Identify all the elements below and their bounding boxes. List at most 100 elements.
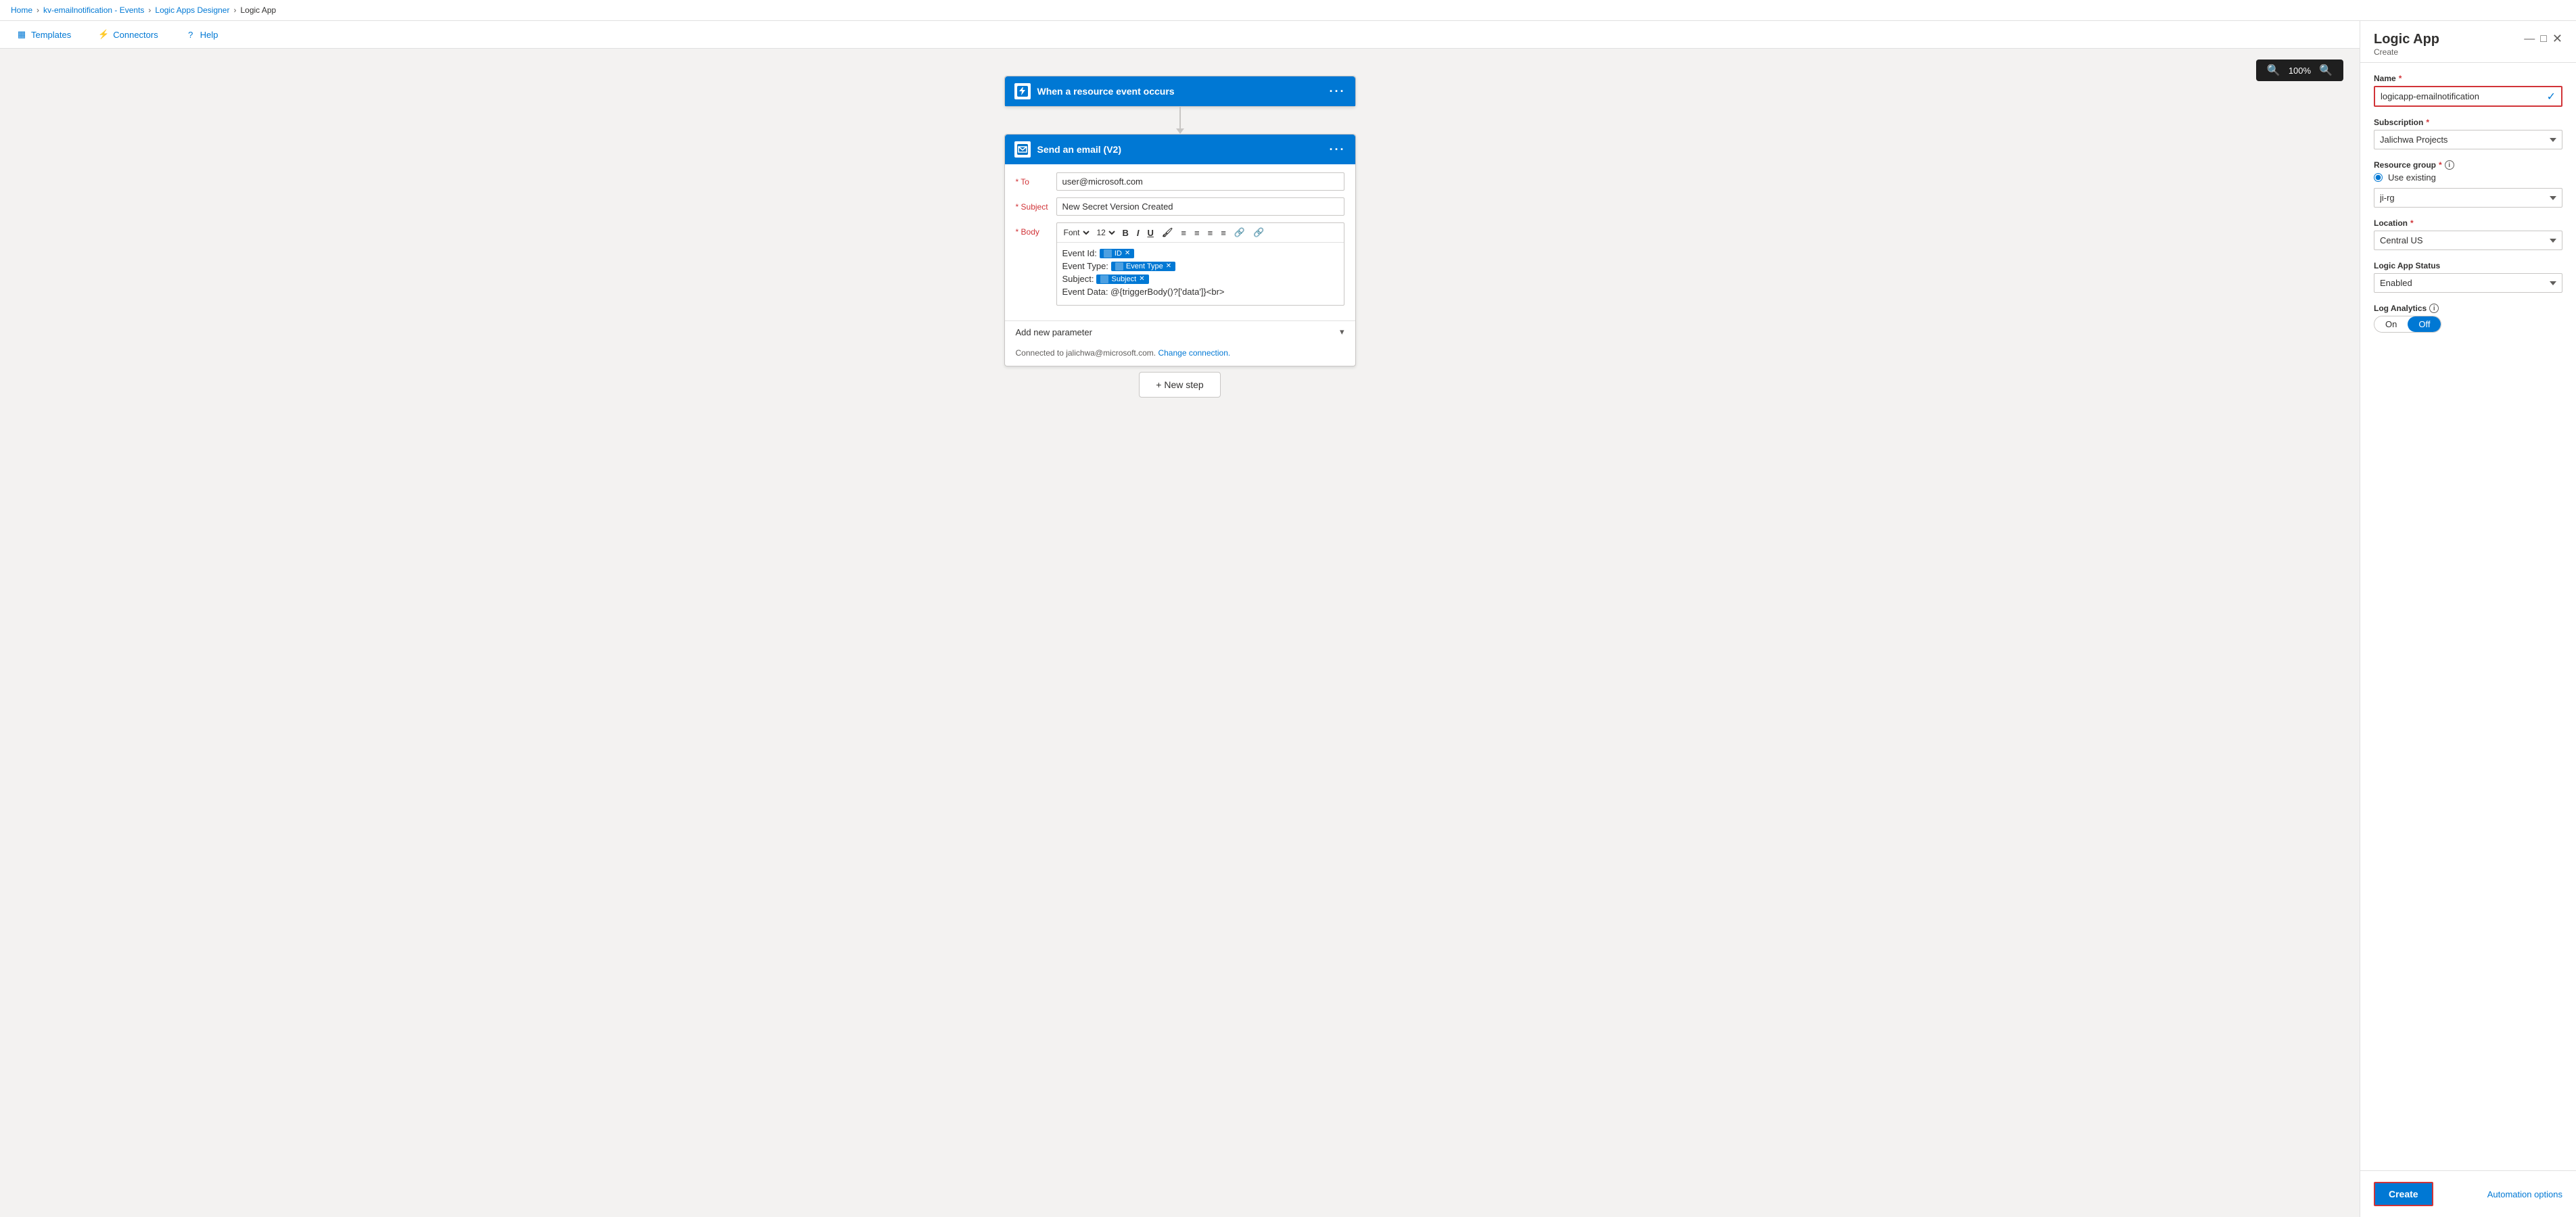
log-analytics-toggle: On Off (2374, 316, 2441, 333)
connected-text: Connected to jalichwa@microsoft.com. (1016, 348, 1156, 358)
templates-label: Templates (31, 30, 71, 40)
resource-group-form-group: Resource group * i Use existing ji-rg (2374, 160, 2562, 208)
new-step-button[interactable]: + New step (1139, 372, 1220, 398)
event-data-line: Event Data: @{triggerBody()?['data']}<br… (1062, 287, 1338, 297)
maximize-button[interactable]: □ (2540, 33, 2547, 45)
trigger-block: When a resource event occurs ··· (1004, 76, 1356, 107)
subject-field-row: Subject (1016, 197, 1344, 216)
connected-info: Connected to jalichwa@microsoft.com. Cha… (1005, 343, 1355, 366)
add-param-chevron: ▾ (1340, 327, 1344, 337)
log-on-option[interactable]: On (2374, 316, 2408, 332)
log-analytics-info-icon[interactable]: i (2429, 304, 2439, 313)
event-type-line: Event Type: Event Type ✕ (1062, 261, 1338, 271)
zoom-in-button[interactable]: 🔍 (2316, 64, 2335, 77)
subscription-label: Subscription * (2374, 118, 2562, 127)
use-existing-radio-input[interactable] (2374, 173, 2383, 182)
subject-label: Subject (1016, 197, 1056, 212)
event-type-close[interactable]: ✕ (1166, 262, 1171, 270)
font-size-select[interactable]: 12 (1094, 227, 1117, 238)
body-toolbar: Font 12 B I U 🖌 ≡ (1057, 223, 1344, 243)
link-button[interactable]: 🔗 (1232, 226, 1248, 239)
zoom-out-button[interactable]: 🔍 (2264, 64, 2283, 77)
create-button[interactable]: Create (2374, 1182, 2433, 1206)
flow-container: When a resource event occurs ··· (977, 76, 1383, 398)
bullet-list-button[interactable]: ≡ (1178, 226, 1189, 239)
subject-close[interactable]: ✕ (1139, 275, 1144, 283)
trigger-icon (1014, 83, 1031, 99)
trigger-menu-button[interactable]: ··· (1330, 85, 1346, 99)
event-id-line: Event Id: ID ✕ (1062, 248, 1338, 258)
designer-canvas: 🔍 100% 🔍 When a resource event occur (0, 49, 2360, 1217)
underline-button[interactable]: U (1145, 226, 1156, 239)
subject-line: Subject: Subject ✕ (1062, 274, 1338, 284)
subject-input[interactable] (1056, 197, 1344, 216)
brush-button[interactable]: 🖌 (1159, 226, 1176, 239)
location-form-group: Location * Central US (2374, 218, 2562, 250)
zoom-controls: 🔍 100% 🔍 (2256, 59, 2343, 81)
name-label: Name * (2374, 74, 2562, 83)
status-label: Logic App Status (2374, 261, 2562, 270)
align-center-button[interactable]: ≡ (1218, 226, 1229, 239)
right-panel: Logic App Create — □ ✕ Name * ✓ (2360, 21, 2576, 1217)
templates-icon: ▦ (16, 29, 27, 40)
email-header: Send an email (V2) ··· (1005, 135, 1355, 164)
panel-body: Name * ✓ Subscription * Jalichwa Project… (2360, 63, 2576, 1170)
email-action-title: Send an email (V2) (1037, 144, 1323, 155)
to-field-row: To (1016, 172, 1344, 191)
email-menu-button[interactable]: ··· (1330, 143, 1346, 157)
event-id-token[interactable]: ID ✕ (1100, 249, 1134, 258)
zoom-level: 100% (2289, 66, 2311, 76)
body-label: Body (1016, 222, 1056, 237)
token-icon (1104, 249, 1112, 258)
close-panel-button[interactable]: ✕ (2552, 32, 2562, 46)
location-select[interactable]: Central US (2374, 231, 2562, 250)
body-content[interactable]: Event Id: ID ✕ Event Type: (1057, 243, 1344, 305)
resource-group-select[interactable]: ji-rg (2374, 188, 2562, 208)
resource-group-info-icon[interactable]: i (2445, 160, 2454, 170)
use-existing-radio[interactable]: Use existing (2374, 172, 2562, 183)
subject-token[interactable]: Subject ✕ (1096, 275, 1148, 284)
breadcrumb-current: Logic App (240, 5, 276, 15)
trigger-header: When a resource event occurs ··· (1005, 76, 1355, 106)
to-label: To (1016, 172, 1056, 187)
name-form-group: Name * ✓ (2374, 74, 2562, 107)
numbered-list-button[interactable]: ≡ (1192, 226, 1202, 239)
unlink-button[interactable]: 🔗 (1250, 226, 1267, 239)
font-family-select[interactable]: Font (1061, 227, 1092, 238)
breadcrumb-designer[interactable]: Logic Apps Designer (155, 5, 229, 15)
event-type-token[interactable]: Event Type ✕ (1111, 262, 1175, 271)
add-parameter-row[interactable]: Add new parameter ▾ (1005, 320, 1355, 343)
location-label: Location * (2374, 218, 2562, 228)
breadcrumb-events[interactable]: kv-emailnotification - Events (43, 5, 144, 15)
italic-button[interactable]: I (1134, 226, 1142, 239)
log-analytics-form-group: Log Analytics i On Off (2374, 304, 2562, 333)
resource-group-label: Resource group * i (2374, 160, 2562, 170)
event-id-close[interactable]: ✕ (1125, 249, 1130, 257)
to-input[interactable] (1056, 172, 1344, 191)
help-label: Help (200, 30, 218, 40)
panel-footer: Create Automation options (2360, 1170, 2576, 1217)
body-field-row: Body Font 12 B I (1016, 222, 1344, 306)
subscription-form-group: Subscription * Jalichwa Projects (2374, 118, 2562, 149)
name-input[interactable] (2375, 87, 2542, 105)
subscription-select[interactable]: Jalichwa Projects (2374, 130, 2562, 149)
automation-options-link[interactable]: Automation options (2487, 1189, 2562, 1199)
token-icon-3 (1100, 275, 1108, 283)
panel-subtitle: Create (2374, 47, 2439, 57)
connectors-label: Connectors (113, 30, 158, 40)
align-left-button[interactable]: ≡ (1205, 226, 1216, 239)
minimize-button[interactable]: — (2524, 33, 2535, 45)
connectors-icon: ⚡ (98, 29, 109, 40)
email-action-block: Send an email (V2) ··· To Subject (1004, 134, 1356, 366)
status-select[interactable]: Enabled (2374, 273, 2562, 293)
help-icon: ? (185, 29, 196, 40)
bold-button[interactable]: B (1120, 226, 1131, 239)
help-button[interactable]: ? Help (180, 26, 224, 43)
breadcrumb-home[interactable]: Home (11, 5, 32, 15)
change-connection-link[interactable]: Change connection. (1158, 348, 1230, 358)
connectors-button[interactable]: ⚡ Connectors (93, 26, 163, 43)
templates-button[interactable]: ▦ Templates (11, 26, 76, 43)
log-off-option[interactable]: Off (2408, 316, 2441, 332)
new-step-label: + New step (1156, 379, 1203, 390)
log-analytics-label: Log Analytics i (2374, 304, 2562, 313)
